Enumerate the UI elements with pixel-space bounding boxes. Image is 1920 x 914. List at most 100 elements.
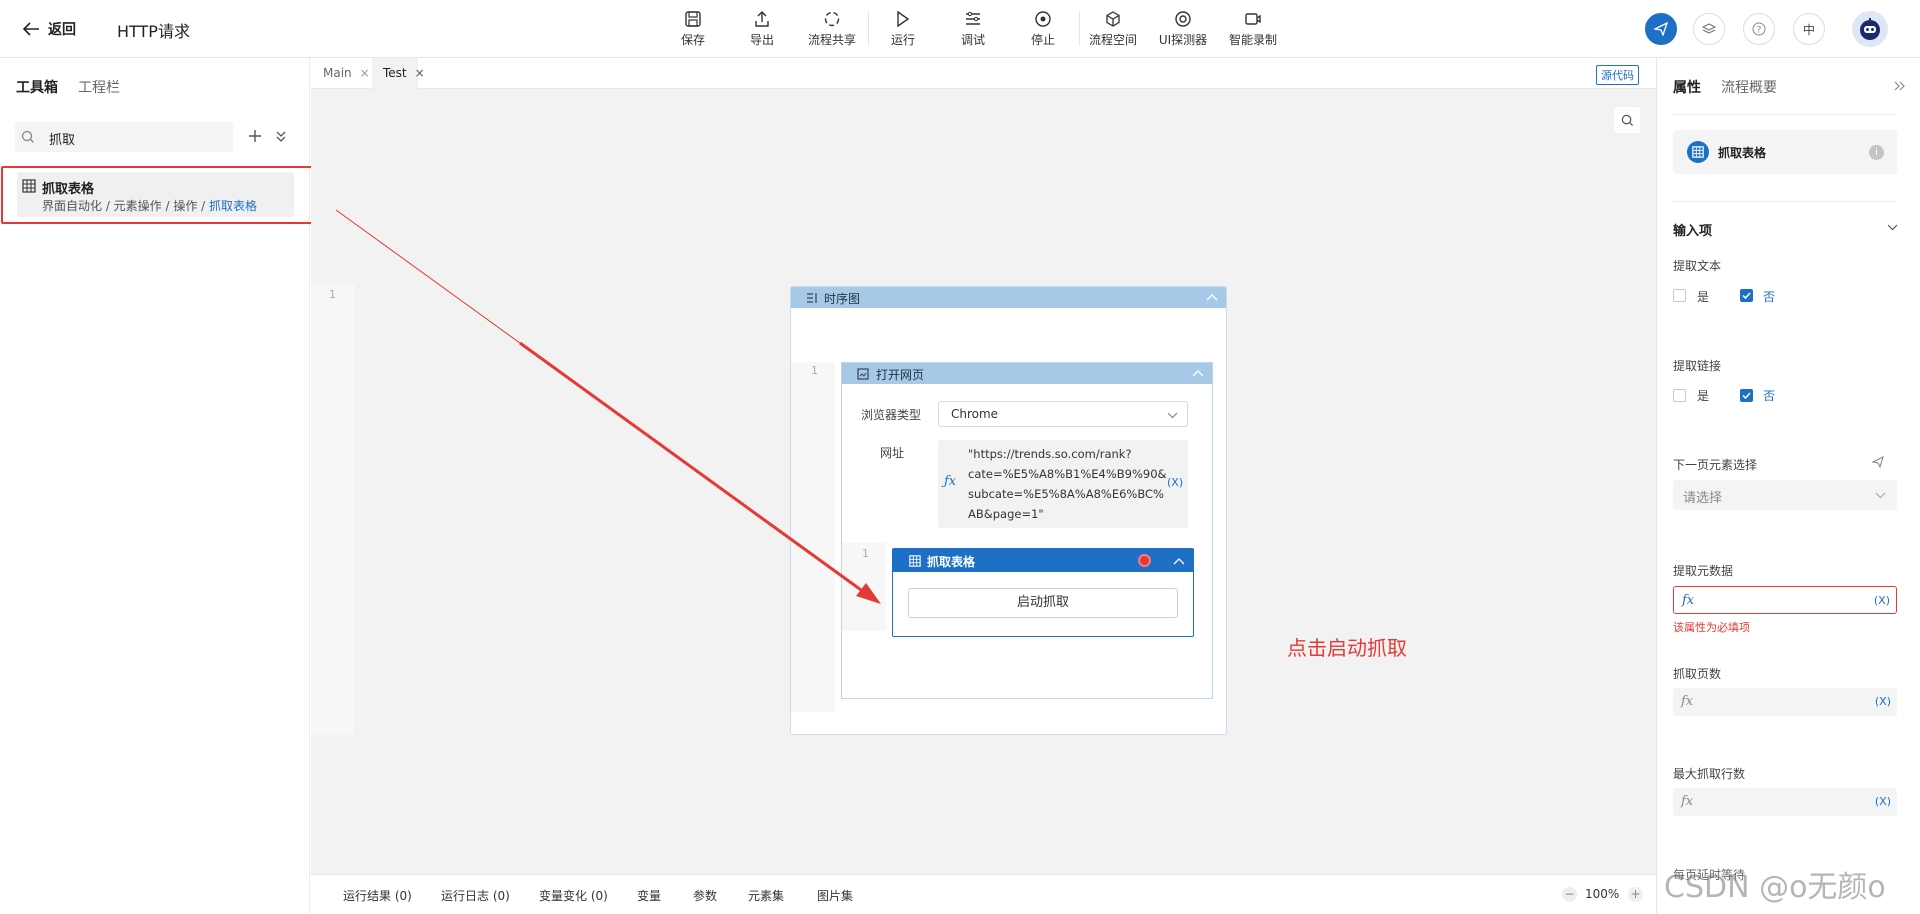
next-page-label: 下一页元素选择	[1673, 458, 1758, 472]
tab-variables[interactable]: 变量	[637, 887, 661, 904]
variable-button[interactable]: (X)	[1875, 795, 1891, 808]
tab-main[interactable]: Main ×	[323, 66, 370, 80]
divider	[1673, 201, 1897, 202]
url-input[interactable]: ƒx "https://trends.so.com/rank? cate=%E5…	[938, 440, 1188, 528]
collapse-all-icon[interactable]	[275, 129, 287, 143]
export-button[interactable]: 导出	[731, 10, 793, 48]
toolbox-panel: 工具箱 工程栏 抓取 抓取表格 界面自动化 / 元素操作 / 操作 / 抓取表格	[0, 58, 317, 914]
process-space-button[interactable]: 流程空间	[1082, 10, 1144, 48]
expand-right-icon[interactable]	[1894, 81, 1906, 91]
extract-link-no-checkbox[interactable]	[1740, 389, 1753, 402]
help-button[interactable]: ?	[1743, 13, 1775, 45]
publish-button[interactable]	[1645, 13, 1677, 45]
open-page-block[interactable]: 打开网页 浏览器类型 Chrome 网址 ƒx "https://trends.…	[841, 362, 1213, 699]
extract-link-yes-checkbox[interactable]	[1673, 389, 1686, 402]
stop-button[interactable]: 停止	[1012, 10, 1074, 48]
table-icon	[1687, 141, 1709, 163]
back-label: 返回	[48, 22, 76, 38]
chevron-up-icon[interactable]	[1206, 293, 1218, 301]
extract-text-no-checkbox[interactable]	[1740, 289, 1753, 302]
extract-text-label: 提取文本	[1673, 259, 1722, 273]
variable-button[interactable]: (X)	[1874, 594, 1890, 607]
line-number: 1	[811, 364, 818, 377]
extract-meta-input[interactable]: fx (X)	[1673, 586, 1897, 614]
layers-icon	[1702, 23, 1716, 34]
next-page-select[interactable]: 请选择	[1673, 480, 1897, 510]
watermark: CSDN @o无颜o	[1664, 870, 1886, 905]
bottom-panel-bar: 运行结果 (0) 运行日志 (0) 变量变化 (0) 变量 参数 元素集 图片集…	[311, 874, 1656, 914]
debug-button[interactable]: 调试	[942, 10, 1004, 48]
highlight-box	[1, 166, 317, 224]
record-icon	[1245, 13, 1261, 25]
save-button[interactable]: 保存	[662, 10, 724, 48]
add-icon[interactable]	[248, 129, 262, 143]
top-toolbar: 返回 HTTP请求 保存 导出 流程共享 运行 调试 停止 流程空间 UI探测器…	[0, 0, 1920, 58]
canvas-search-button[interactable]	[1614, 107, 1640, 133]
component-title: 抓取表格	[1718, 146, 1767, 160]
tab-test[interactable]: Test ×	[383, 66, 425, 80]
start-grab-button[interactable]: 启动抓取	[908, 588, 1178, 618]
chevron-up-icon[interactable]	[1192, 369, 1204, 377]
close-icon[interactable]: ×	[360, 66, 370, 80]
browser-type-select[interactable]: Chrome	[938, 401, 1188, 427]
zoom-out-icon[interactable]: −	[1562, 887, 1577, 902]
tab-parameters[interactable]: 参数	[693, 887, 717, 904]
ui-detector-button[interactable]: UI探测器	[1152, 10, 1214, 48]
editor-tabs: Main × Test × 源代码	[311, 58, 1656, 89]
smart-record-button[interactable]: 智能录制	[1222, 10, 1284, 48]
component-card: 抓取表格 i	[1673, 130, 1897, 174]
variable-button[interactable]: (X)	[1875, 695, 1891, 708]
tab-element-set[interactable]: 元素集	[748, 887, 784, 904]
info-icon[interactable]: i	[1869, 145, 1884, 160]
tab-project[interactable]: 工程栏	[78, 77, 120, 97]
flow-canvas: 1 时序图 1 打开网页 浏览器类型 Chrome 网址 ƒx "https:/…	[311, 89, 1656, 874]
process-space-label: 流程空间	[1088, 33, 1137, 47]
next-page-placeholder: 请选择	[1683, 491, 1723, 506]
search-box[interactable]: 抓取	[15, 122, 233, 152]
svg-text:?: ?	[1757, 26, 1762, 36]
zoom-in-icon[interactable]: +	[1628, 887, 1643, 902]
tab-flow-summary[interactable]: 流程概要	[1721, 77, 1777, 97]
browser-type-label: 浏览器类型	[861, 408, 922, 422]
extract-text-yes-label: 是	[1697, 290, 1710, 304]
tab-properties[interactable]: 属性	[1673, 77, 1701, 97]
grab-table-block[interactable]: 抓取表格 启动抓取	[892, 548, 1194, 637]
back-button[interactable]: 返回	[22, 19, 76, 39]
sequence-container[interactable]: 时序图 1 打开网页 浏览器类型 Chrome 网址 ƒx "https://t…	[790, 286, 1227, 735]
tab-toolbox[interactable]: 工具箱	[16, 77, 58, 97]
debug-icon	[966, 11, 980, 25]
chevron-up-icon[interactable]	[1173, 557, 1185, 565]
share-button[interactable]: 流程共享	[801, 10, 863, 48]
open-page-title: 打开网页	[876, 368, 925, 382]
tab-variable-changes[interactable]: 变量变化 (0)	[539, 887, 608, 904]
language-button[interactable]: 中	[1793, 13, 1825, 45]
close-icon[interactable]: ×	[415, 66, 425, 80]
language-label: 中	[1802, 22, 1815, 37]
grab-table-header: 抓取表格	[893, 549, 1193, 572]
source-code-button[interactable]: 源代码	[1596, 65, 1639, 85]
run-button[interactable]: 运行	[872, 10, 934, 48]
variable-button[interactable]: (X)	[1167, 476, 1183, 489]
webpage-icon	[857, 368, 869, 380]
tab-image-set[interactable]: 图片集	[817, 887, 853, 904]
line-number: 1	[329, 288, 336, 301]
layers-button[interactable]	[1693, 13, 1725, 45]
fx-icon: fx	[1682, 593, 1695, 608]
chevron-down-icon[interactable]	[1887, 224, 1898, 231]
tab-run-log[interactable]: 运行日志 (0)	[441, 887, 510, 904]
fx-icon: fx	[1681, 694, 1694, 709]
avatar[interactable]	[1852, 11, 1888, 47]
divider	[1673, 114, 1897, 115]
pages-input[interactable]: fx (X)	[1673, 688, 1897, 716]
extract-text-yes-checkbox[interactable]	[1673, 289, 1686, 302]
table-icon	[909, 555, 921, 567]
page-title: HTTP请求	[117, 22, 190, 41]
url-line: subcate=%E5%8A%A8%E6%BC%	[968, 487, 1164, 501]
chevron-down-icon	[1167, 412, 1178, 419]
max-rows-input[interactable]: fx (X)	[1673, 788, 1897, 816]
search-input[interactable]: 抓取	[49, 129, 75, 148]
url-line: "https://trends.so.com/rank?	[968, 447, 1132, 461]
pick-element-icon[interactable]	[1872, 456, 1884, 468]
tab-run-results[interactable]: 运行结果 (0)	[343, 887, 412, 904]
extract-text-no-label: 否	[1763, 290, 1776, 304]
